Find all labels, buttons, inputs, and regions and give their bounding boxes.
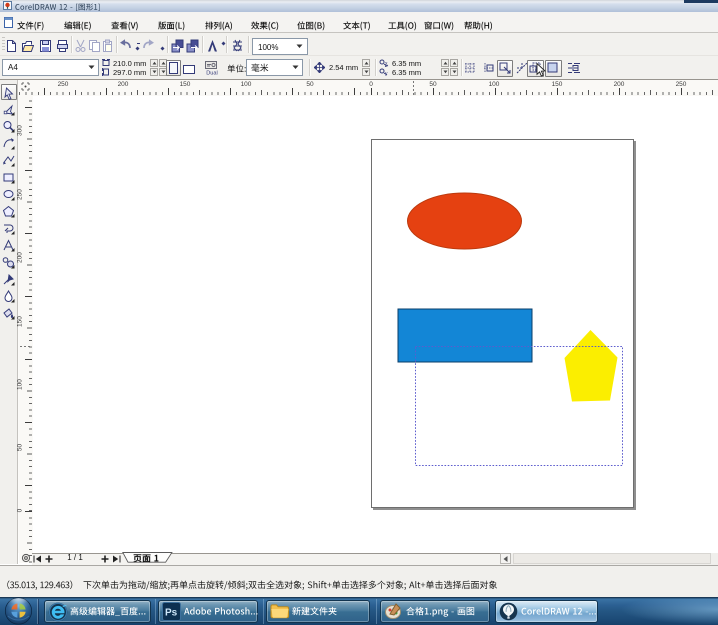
svg-text:Ps: Ps	[165, 608, 178, 619]
svg-text:Dual: Dual	[206, 71, 218, 77]
svg-text:y: y	[385, 71, 388, 76]
